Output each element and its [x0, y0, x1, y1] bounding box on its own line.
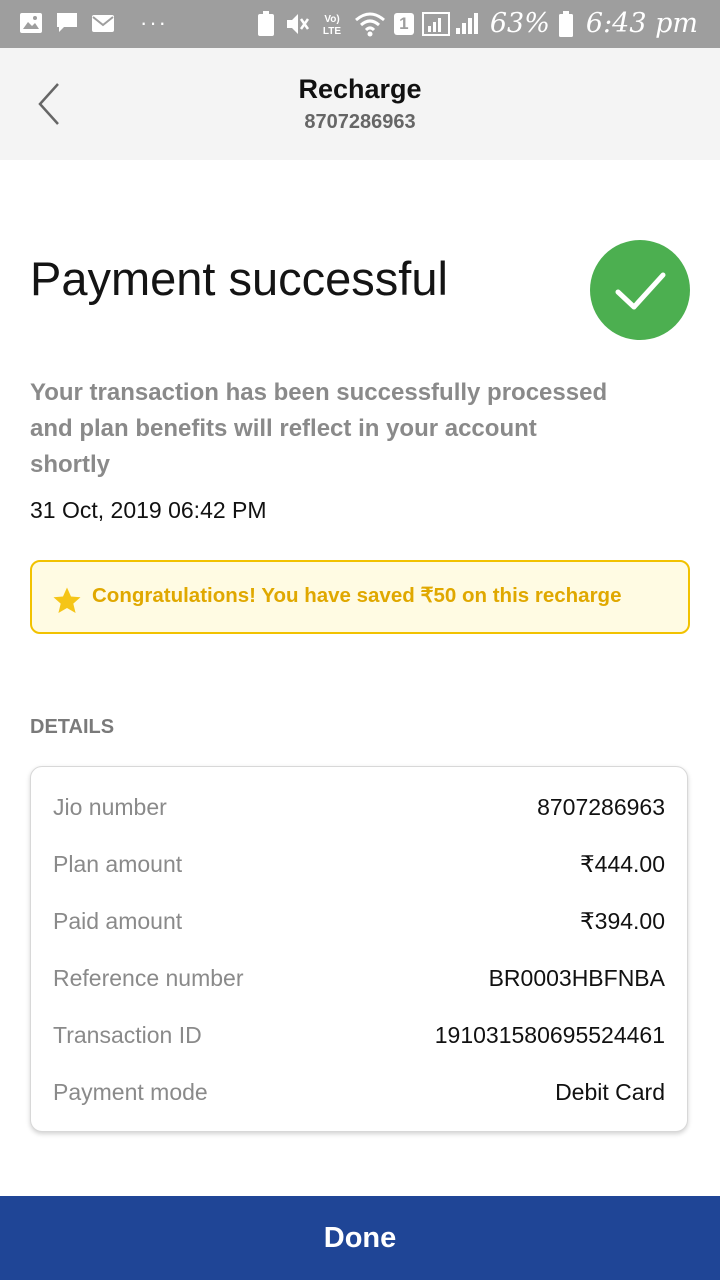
detail-label: Jio number — [53, 793, 167, 820]
signal-strength-icon — [421, 12, 478, 36]
svg-text:Vo): Vo) — [324, 14, 339, 25]
battery-saver-icon — [257, 11, 274, 36]
detail-label: Paid amount — [53, 907, 183, 934]
details-heading: DETAILS — [30, 716, 115, 738]
detail-value: BR0003HBFNBA — [488, 964, 665, 991]
page-title: Recharge — [298, 74, 422, 104]
done-button[interactable]: Done — [0, 1196, 720, 1280]
payment-status-title: Payment successful — [30, 252, 448, 305]
wifi-icon — [354, 12, 385, 37]
mute-icon — [286, 14, 309, 34]
success-badge — [590, 240, 690, 340]
star-icon — [53, 587, 81, 613]
mail-icon — [92, 15, 114, 32]
detail-label: Payment mode — [53, 1078, 208, 1105]
detail-row-payment-mode: Payment mode Debit Card — [53, 1074, 665, 1110]
detail-row-jio-number: Jio number 8707286963 — [53, 789, 665, 825]
page-subtitle: 8707286963 — [304, 111, 416, 133]
detail-label: Plan amount — [53, 850, 183, 877]
savings-text: Congratulations! You have saved ₹50 on t… — [92, 584, 622, 607]
detail-label: Transaction ID — [53, 1021, 202, 1048]
system-status: Vo) LTE 1 63% 6:43 pm — [256, 8, 698, 40]
sim-slot-badge: 1 — [393, 13, 414, 35]
message-icon — [57, 13, 77, 32]
detail-row-paid-amount: Paid amount ₹394.00 — [53, 903, 665, 939]
detail-row-plan-amount: Plan amount ₹444.00 — [53, 846, 665, 882]
detail-row-reference-number: Reference number BR0003HBFNBA — [53, 960, 665, 996]
check-icon — [615, 272, 666, 310]
svg-text:LTE: LTE — [323, 26, 341, 37]
detail-value: 191031580695524461 — [434, 1021, 665, 1048]
detail-row-transaction-id: Transaction ID 191031580695524461 — [53, 1017, 665, 1053]
battery-icon — [558, 11, 573, 37]
detail-label: Reference number — [53, 964, 244, 991]
gallery-icon — [20, 13, 42, 33]
more-notifications-icon: ··· — [140, 10, 168, 35]
detail-value: ₹444.00 — [580, 850, 665, 877]
detail-value: 8707286963 — [537, 793, 665, 820]
status-bar: ··· Vo) LTE 1 63% 6:43 pm — [0, 0, 720, 48]
detail-value: ₹394.00 — [580, 907, 665, 934]
app-header: Recharge 8707286963 — [0, 48, 720, 160]
notification-icons: ··· — [18, 10, 168, 36]
volte-icon: Vo) LTE — [323, 14, 341, 37]
transaction-message: Your transaction has been successfully p… — [30, 379, 608, 478]
details-card: Jio number 8707286963 Plan amount ₹444.0… — [30, 766, 688, 1132]
transaction-datetime: 31 Oct, 2019 06:42 PM — [30, 497, 267, 523]
detail-value: Debit Card — [555, 1078, 665, 1105]
savings-banner: Congratulations! You have saved ₹50 on t… — [30, 560, 690, 634]
battery-percent: 63% — [489, 8, 550, 39]
status-time: 6:43 pm — [585, 8, 698, 39]
